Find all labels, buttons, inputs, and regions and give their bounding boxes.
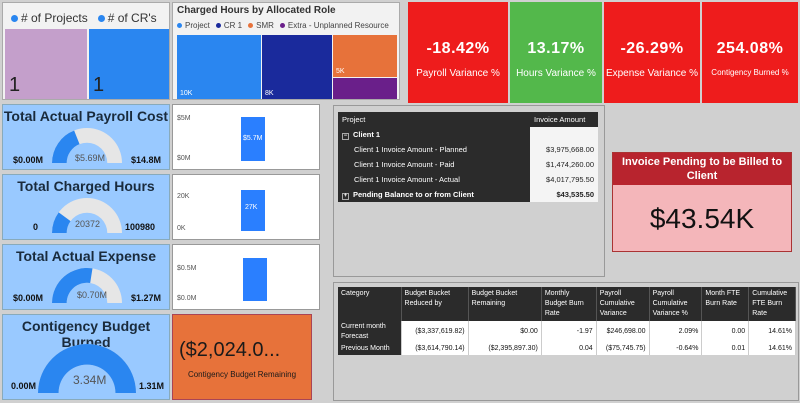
- column-header[interactable]: Budget Bucket Remaining: [468, 287, 542, 321]
- gauge-value: 20372: [75, 219, 101, 229]
- table-row: Previous Month ($3,614,790.14) ($2,395,8…: [338, 343, 796, 355]
- legend-dot-icon: [11, 15, 18, 23]
- kpi-value: 13.17%: [527, 40, 585, 57]
- treemap-rect-smr[interactable]: 5K: [333, 35, 397, 77]
- gauge-min: $0.00M: [13, 155, 44, 165]
- kpi-contingency-burned[interactable]: 254.08% Contigency Burned %: [702, 2, 798, 103]
- treemap-rect-cr1[interactable]: 8K: [262, 35, 332, 99]
- column-header-invoice-amount[interactable]: Invoice Amount: [530, 112, 598, 127]
- column-header[interactable]: Payroll Cumulative Variance: [596, 287, 650, 321]
- hours-gauge-card[interactable]: Total Charged Hours 20372 0 100980: [2, 174, 170, 240]
- invoice-table-card[interactable]: Project Invoice Amount − Client 1 Client …: [333, 105, 605, 277]
- gauge-max: $1.27M: [131, 293, 162, 303]
- projects-crs-card[interactable]: # of Projects # of CR's 1 1: [2, 2, 170, 100]
- table-row: Client 1 Invoice Amount - Paid $1,474,26…: [338, 157, 598, 172]
- gauge-min: 0.00M: [11, 381, 37, 391]
- gauge-title: Total Actual Payroll Cost: [3, 108, 169, 124]
- legend-dot-icon: [248, 23, 254, 29]
- contingency-remaining-card[interactable]: ($2,024.0... Contigency Budget Remaining: [172, 314, 312, 400]
- invoice-pending-card[interactable]: Invoice Pending to be Billed to Client $…: [612, 152, 792, 252]
- contingency-gauge-card[interactable]: Contigency Budget Burned 3.34M 0.00M 1.3…: [2, 314, 170, 400]
- gauge-min: $0.00M: [13, 293, 44, 303]
- table-row: Current month Forecast ($3,337,619.82) $…: [338, 321, 796, 343]
- table-row: Client 1 Invoice Amount - Planned $3,975…: [338, 142, 598, 157]
- pending-title: Invoice Pending to be Billed to Client: [613, 153, 791, 185]
- column-header[interactable]: Budget Bucket Reduced by: [401, 287, 469, 321]
- crs-tile[interactable]: 1: [89, 29, 169, 99]
- gauge-max: 100980: [125, 222, 156, 232]
- remaining-value: ($2,024.0...: [179, 339, 281, 361]
- legend-dot-icon: [279, 23, 285, 29]
- kpi-value: -26.29%: [620, 40, 684, 57]
- gauge-title: Total Charged Hours: [17, 178, 155, 194]
- legend-dot-icon: [215, 23, 221, 29]
- gauge-min: 0: [33, 222, 39, 232]
- kpi-label: Expense Variance %: [605, 68, 699, 79]
- expense-bar[interactable]: [243, 258, 267, 301]
- legend-dot-icon: [97, 15, 105, 23]
- tick-label: $0M: [177, 155, 191, 162]
- collapse-icon[interactable]: −: [342, 132, 349, 140]
- payroll-mini-chart[interactable]: $5M $0M $5.7M: [172, 104, 320, 170]
- expense-mini-chart[interactable]: $0.5M $0.0M: [172, 244, 320, 310]
- kpi-value: -18.42%: [426, 40, 490, 57]
- projects-tile[interactable]: 1: [5, 29, 87, 99]
- tick-label: 0K: [177, 225, 186, 232]
- column-header-project[interactable]: Project: [338, 112, 530, 127]
- payroll-gauge-card[interactable]: Total Actual Payroll Cost $5.69M $0.00M …: [2, 104, 170, 170]
- pending-value: $43.54K: [649, 203, 755, 234]
- kpi-label: Hours Variance %: [516, 68, 596, 79]
- treemap-legend: Project CR 1 SMR Extra - Unplanned Resou…: [177, 21, 389, 30]
- payroll-bar[interactable]: $5.7M: [241, 117, 265, 161]
- legend-projects: # of Projects: [21, 11, 88, 25]
- remaining-label: Contigency Budget Remaining: [187, 370, 297, 379]
- column-header[interactable]: Payroll Cumulative Variance %: [649, 287, 703, 321]
- invoice-table: Project Invoice Amount − Client 1 Client …: [338, 112, 598, 202]
- bar-label: $5.7M: [243, 135, 263, 142]
- kpi-expense-variance[interactable]: -26.29% Expense Variance %: [604, 2, 700, 103]
- gauge-value: 3.34M: [73, 373, 107, 387]
- bar-label: 27K: [245, 204, 258, 211]
- gauge-value: $0.70M: [77, 290, 108, 300]
- hours-bar[interactable]: 27K: [241, 190, 265, 231]
- column-header[interactable]: Cumulative FTE Burn Rate: [748, 287, 796, 321]
- charged-hours-treemap[interactable]: Charged Hours by Allocated Role Project …: [172, 2, 400, 100]
- treemap-rect-extra[interactable]: [333, 78, 397, 99]
- gauge-value: $5.69M: [75, 153, 106, 163]
- table-header-row: Category Budget Bucket Reduced by Budget…: [338, 287, 796, 321]
- column-header[interactable]: Monthly Budget Burn Rate: [541, 287, 597, 321]
- tick-label: $0.0M: [177, 295, 197, 302]
- expense-gauge-card[interactable]: Total Actual Expense $0.70M $0.00M $1.27…: [2, 244, 170, 310]
- group-row[interactable]: − Client 1: [338, 127, 598, 142]
- kpi-payroll-variance[interactable]: -18.42% Payroll Variance %: [408, 2, 508, 103]
- total-row[interactable]: + Pending Balance to or from Client $43,5…: [338, 187, 598, 202]
- hours-mini-chart[interactable]: 20K 0K 27K: [172, 174, 320, 240]
- gauge-max: $14.8M: [131, 155, 162, 165]
- tick-label: $5M: [177, 115, 191, 122]
- legend-crs: # of CR's: [107, 11, 157, 25]
- kpi-label: Payroll Variance %: [416, 68, 500, 79]
- column-header[interactable]: Month FTE Burn Rate: [701, 287, 750, 321]
- table-header-row: Project Invoice Amount: [338, 112, 598, 127]
- treemap-title: Charged Hours by Allocated Role: [177, 5, 336, 16]
- expand-icon[interactable]: +: [342, 192, 349, 200]
- hours-gauge: [52, 198, 122, 233]
- budget-table: Category Budget Bucket Reduced by Budget…: [338, 287, 796, 355]
- column-header[interactable]: Category: [338, 287, 402, 321]
- projects-legend: # of Projects # of CR's: [11, 11, 157, 25]
- kpi-label: Contigency Burned %: [711, 68, 789, 77]
- kpi-hours-variance[interactable]: 13.17% Hours Variance %: [510, 2, 602, 103]
- table-row: Client 1 Invoice Amount - Actual $4,017,…: [338, 172, 598, 187]
- tick-label: 20K: [177, 193, 190, 200]
- kpi-value: 254.08%: [716, 40, 784, 57]
- legend-dot-icon: [177, 23, 182, 29]
- tick-label: $0.5M: [177, 265, 197, 272]
- treemap-rect-project[interactable]: 10K: [177, 35, 261, 99]
- gauge-title: Total Actual Expense: [15, 248, 157, 264]
- budget-table-card[interactable]: Category Budget Bucket Reduced by Budget…: [333, 282, 799, 401]
- gauge-max: 1.31M: [139, 381, 165, 391]
